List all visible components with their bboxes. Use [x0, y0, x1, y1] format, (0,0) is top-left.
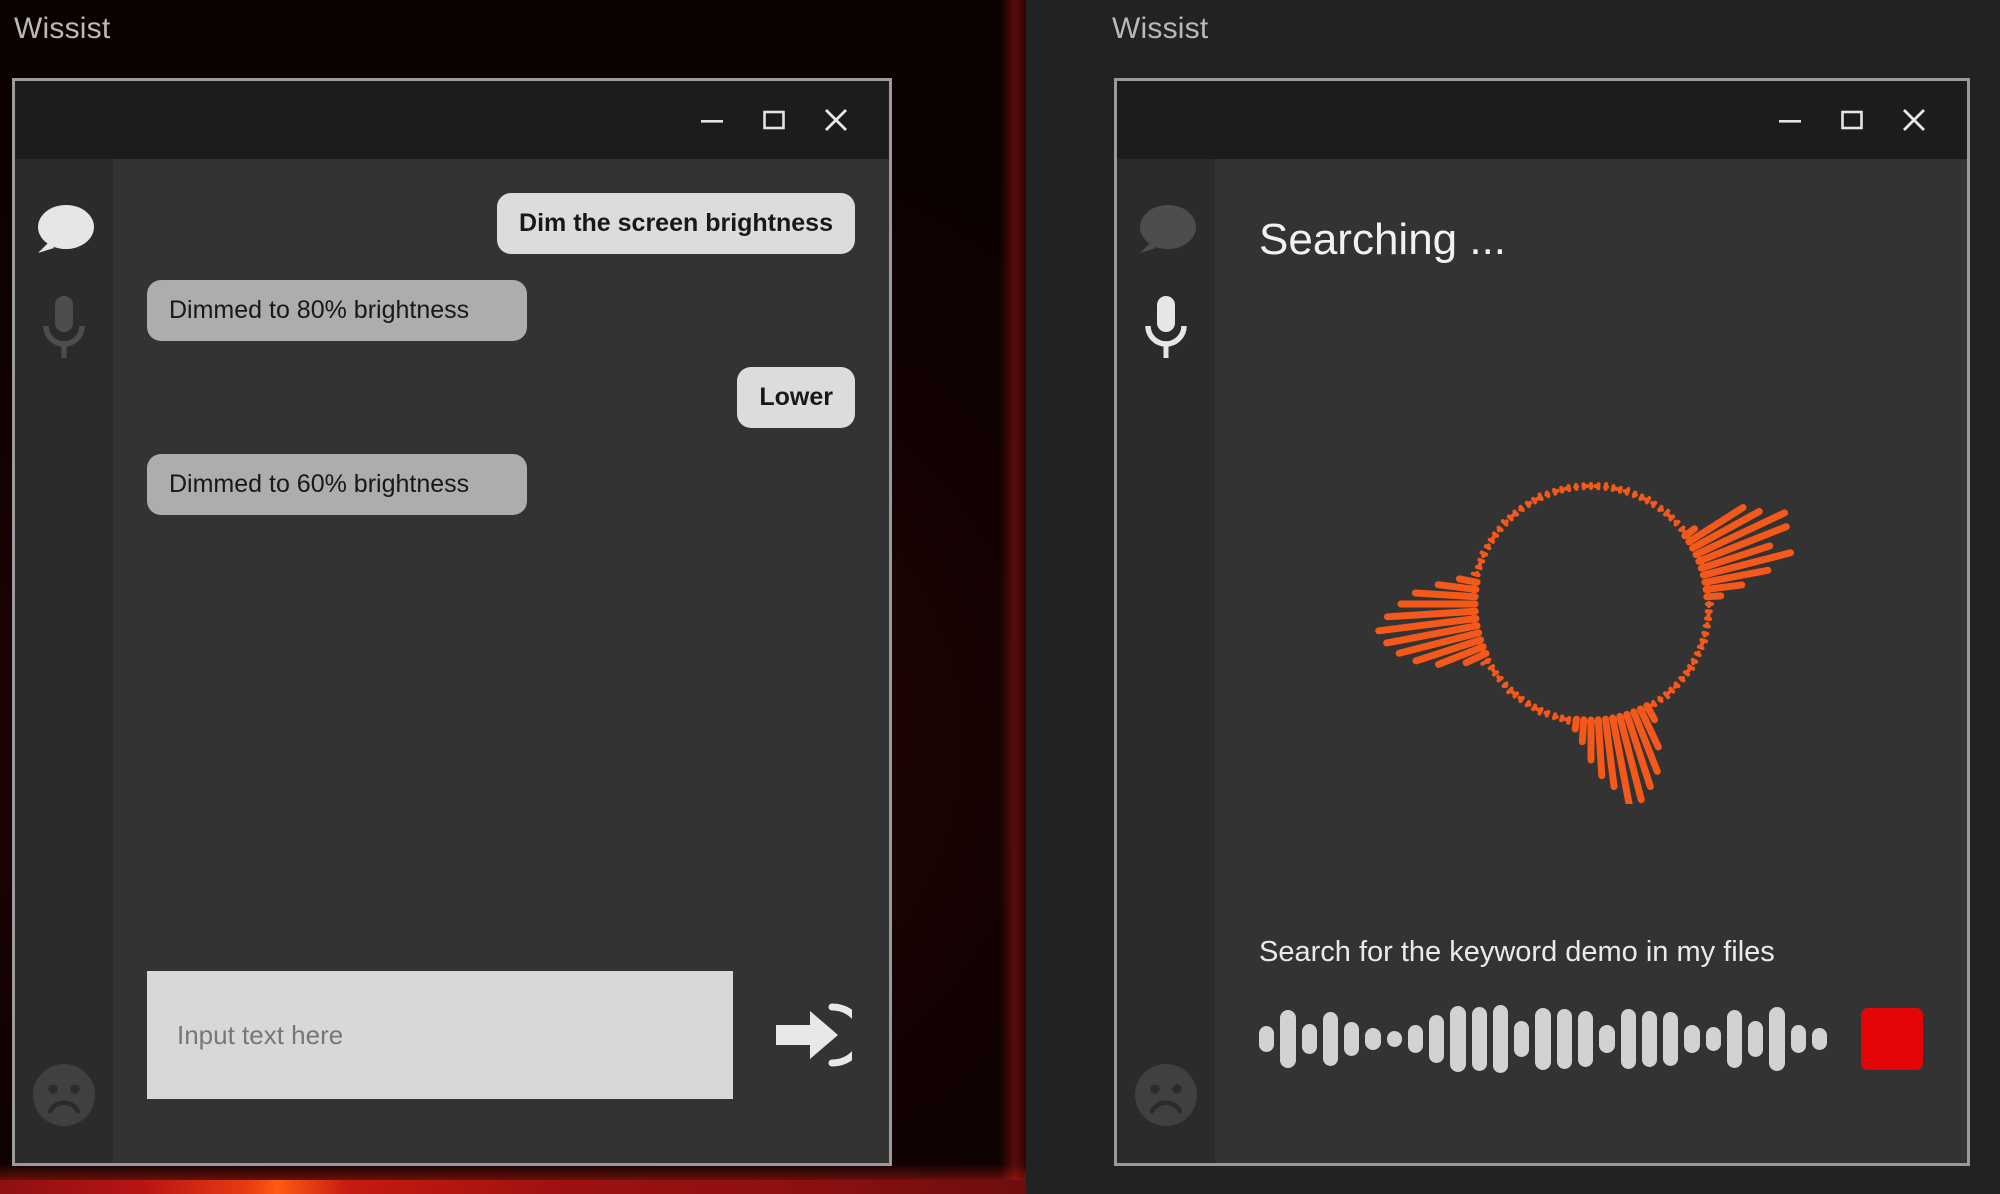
chat-bubble-user: Lower [737, 367, 855, 428]
waveform-bar [1344, 1021, 1360, 1057]
chat-window-body: Dim the screen brightness Dimmed to 80% … [15, 159, 889, 1163]
waveform-bar [1471, 1007, 1487, 1071]
chat-message-list[interactable]: Dim the screen brightness Dimmed to 80% … [113, 159, 889, 971]
waveform-bar [1705, 1026, 1721, 1052]
voice-transcript: Search for the keyword demo in my files [1259, 935, 1775, 968]
voice-window-body: Searching ... Search for the keyword dem… [1117, 159, 1967, 1163]
chat-window: Dim the screen brightness Dimmed to 80% … [12, 78, 892, 1166]
desktop-app-label-right: Wissist [1112, 12, 1209, 45]
maximize-icon [1841, 110, 1863, 130]
chat-message-row: Dimmed to 80% brightness [147, 280, 855, 341]
sad-face-icon [1135, 1064, 1197, 1126]
waveform-bar [1322, 1012, 1339, 1066]
sidebar-item-chat[interactable] [26, 193, 102, 269]
close-icon [1903, 109, 1925, 131]
waveform-bar [1535, 1007, 1551, 1071]
radial-waveform-icon [1375, 481, 1795, 804]
chat-composer [113, 971, 889, 1163]
screen: Wissist Dim the screen brightness Dimmed… [0, 0, 2000, 1194]
microphone-icon [1145, 296, 1187, 358]
waveform-bar [1599, 1025, 1615, 1053]
minimize-icon [1779, 120, 1801, 123]
sidebar-item-voice[interactable] [26, 291, 102, 367]
voice-window: Searching ... Search for the keyword dem… [1114, 78, 1970, 1166]
waveform-bar [1365, 1027, 1381, 1051]
radial-visualizer-wrap [1259, 275, 1923, 933]
waveform-bar [1748, 1020, 1764, 1058]
chat-bubble-user: Dim the screen brightness [497, 193, 855, 254]
chat-window-titlebar[interactable] [15, 81, 889, 159]
waveform-bar [1684, 1024, 1700, 1054]
chat-bubble-icon [1140, 205, 1196, 253]
sidebar-item-voice[interactable] [1128, 291, 1204, 367]
waveform-bar [1301, 1023, 1317, 1055]
waveform-bar [1259, 1026, 1275, 1052]
close-button[interactable] [1883, 89, 1945, 151]
close-icon [825, 109, 847, 131]
feedback-button[interactable] [26, 1057, 102, 1133]
waveform-bar [1492, 1004, 1509, 1074]
waveform-bar [1577, 1010, 1594, 1068]
waveform-bar [1641, 1010, 1658, 1068]
voice-panel: Searching ... Search for the keyword dem… [1215, 159, 1967, 1163]
maximize-button[interactable] [1821, 89, 1883, 151]
waveform-bar [1429, 1015, 1445, 1063]
maximize-button[interactable] [743, 89, 805, 151]
voice-window-rail [1117, 159, 1215, 1163]
voice-window-titlebar[interactable] [1117, 81, 1967, 159]
chat-message-row: Dimmed to 60% brightness [147, 454, 855, 515]
chat-input[interactable] [147, 971, 733, 1099]
chat-content: Dim the screen brightness Dimmed to 80% … [113, 159, 889, 1163]
sad-face-icon [33, 1064, 95, 1126]
chat-window-rail [15, 159, 113, 1163]
microphone-icon [43, 296, 85, 358]
waveform-bar [1769, 1007, 1785, 1071]
voice-status-title: Searching ... [1259, 215, 1507, 264]
voice-window-rail-bottom [1117, 1057, 1215, 1133]
chat-bubble-assistant: Dimmed to 80% brightness [147, 280, 527, 341]
send-arrow-icon [776, 1003, 852, 1067]
pane-left-edge-glow [1000, 0, 1026, 1194]
waveform-bar [1407, 1024, 1424, 1054]
minimize-button[interactable] [681, 89, 743, 151]
minimize-button[interactable] [1759, 89, 1821, 151]
chat-message-row: Dim the screen brightness [147, 193, 855, 254]
waveform-bar [1620, 1009, 1636, 1069]
voice-controls [1259, 1001, 1923, 1163]
waveform-bar [1280, 1010, 1296, 1068]
desktop-pane-left: Wissist Dim the screen brightness Dimmed… [0, 0, 1026, 1194]
chat-message-row: Lower [147, 367, 855, 428]
waveform-bar [1663, 1012, 1679, 1066]
waveform-bar [1811, 1027, 1828, 1051]
maximize-icon [763, 110, 785, 130]
desktop-pane-right: Wissist Searching ... Search for the key… [1026, 0, 2000, 1194]
feedback-button[interactable] [1128, 1057, 1204, 1133]
waveform-bar [1726, 1010, 1743, 1068]
waveform-bar [1514, 1020, 1530, 1058]
chat-bubble-icon [38, 205, 94, 253]
minimize-icon [701, 120, 723, 123]
send-button[interactable] [759, 983, 863, 1087]
chat-bubble-assistant: Dimmed to 60% brightness [147, 454, 527, 515]
desktop-app-label-left: Wissist [14, 12, 111, 45]
waveform-bar [1450, 1005, 1466, 1073]
close-button[interactable] [805, 89, 867, 151]
waveform-bar [1556, 1008, 1572, 1070]
sidebar-item-chat[interactable] [1128, 193, 1204, 269]
waveform-bar [1386, 1030, 1402, 1048]
waveform-bar [1790, 1025, 1806, 1053]
audio-waveform-icon [1259, 1001, 1828, 1077]
voice-content: Searching ... Search for the keyword dem… [1215, 159, 1967, 1163]
pane-left-bottom-glow [0, 1180, 1026, 1194]
chat-window-rail-bottom [15, 1057, 113, 1133]
stop-recording-button[interactable] [1861, 1008, 1923, 1070]
